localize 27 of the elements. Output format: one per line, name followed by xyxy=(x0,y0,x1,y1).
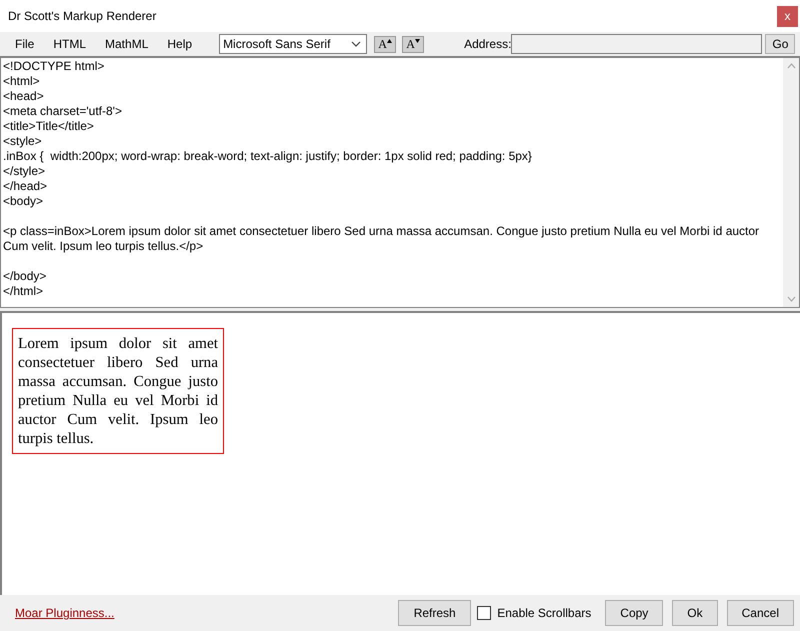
address-field[interactable] xyxy=(511,34,762,54)
address-label: Address: xyxy=(464,37,512,51)
refresh-button[interactable]: Refresh xyxy=(398,600,472,626)
down-triangle-icon xyxy=(414,39,420,43)
menu-item[interactable]: Help xyxy=(167,37,192,51)
preview-paragraph: Lorem ipsum dolor sit amet consectetuer libero Sed urna massa accumsan. Congue justo pretium Nulla eu vel Morbi id auctor Cum velit. Ipsum leo turpis tellus. xyxy=(12,328,224,454)
decrease-font-button[interactable]: A xyxy=(402,36,424,52)
increase-font-button[interactable]: A xyxy=(374,36,396,52)
dialog-button[interactable]: Ok xyxy=(672,600,718,626)
up-triangle-icon xyxy=(386,39,392,43)
close-button[interactable]: x xyxy=(777,6,798,26)
window-title: Dr Scott's Markup Renderer xyxy=(8,9,156,23)
dialog-button[interactable]: Copy xyxy=(605,600,664,626)
font-dropdown[interactable]: Microsoft Sans Serif xyxy=(219,34,368,54)
go-button[interactable]: Go xyxy=(765,34,796,54)
scroll-up-icon[interactable] xyxy=(786,63,796,69)
menu-item[interactable]: File xyxy=(15,37,34,51)
plugins-link[interactable]: Moar Pluginness... xyxy=(15,606,114,620)
checkbox[interactable] xyxy=(477,606,492,620)
menu-item[interactable]: MathML xyxy=(105,37,148,51)
scrollbar[interactable] xyxy=(783,58,799,307)
scroll-down-icon[interactable] xyxy=(786,296,796,302)
dialog-button[interactable]: Cancel xyxy=(726,600,794,626)
checkbox-label[interactable]: Enable Scrollbars xyxy=(497,606,592,620)
menu-item[interactable]: HTML xyxy=(53,37,86,51)
chevron-icon xyxy=(351,41,362,47)
code-editor[interactable]: <!DOCTYPE html> <html> <head> <meta charset='utf-8'> <title>Title</title> <style> .inBox { width:200px; word-wrap: break-word; text-align: justify; border: 1px solid red; padding: 5px} </style> </head> <body> <p class=inBox>Lorem ipsum dolor sit amet consectetuer libero Sed urna massa accumsan. Congue justo pretium Nulla eu vel Morbi id auctor Cum velit. Ipsum leo turpis tellus.</p> </body> </html> xyxy=(1,58,783,307)
